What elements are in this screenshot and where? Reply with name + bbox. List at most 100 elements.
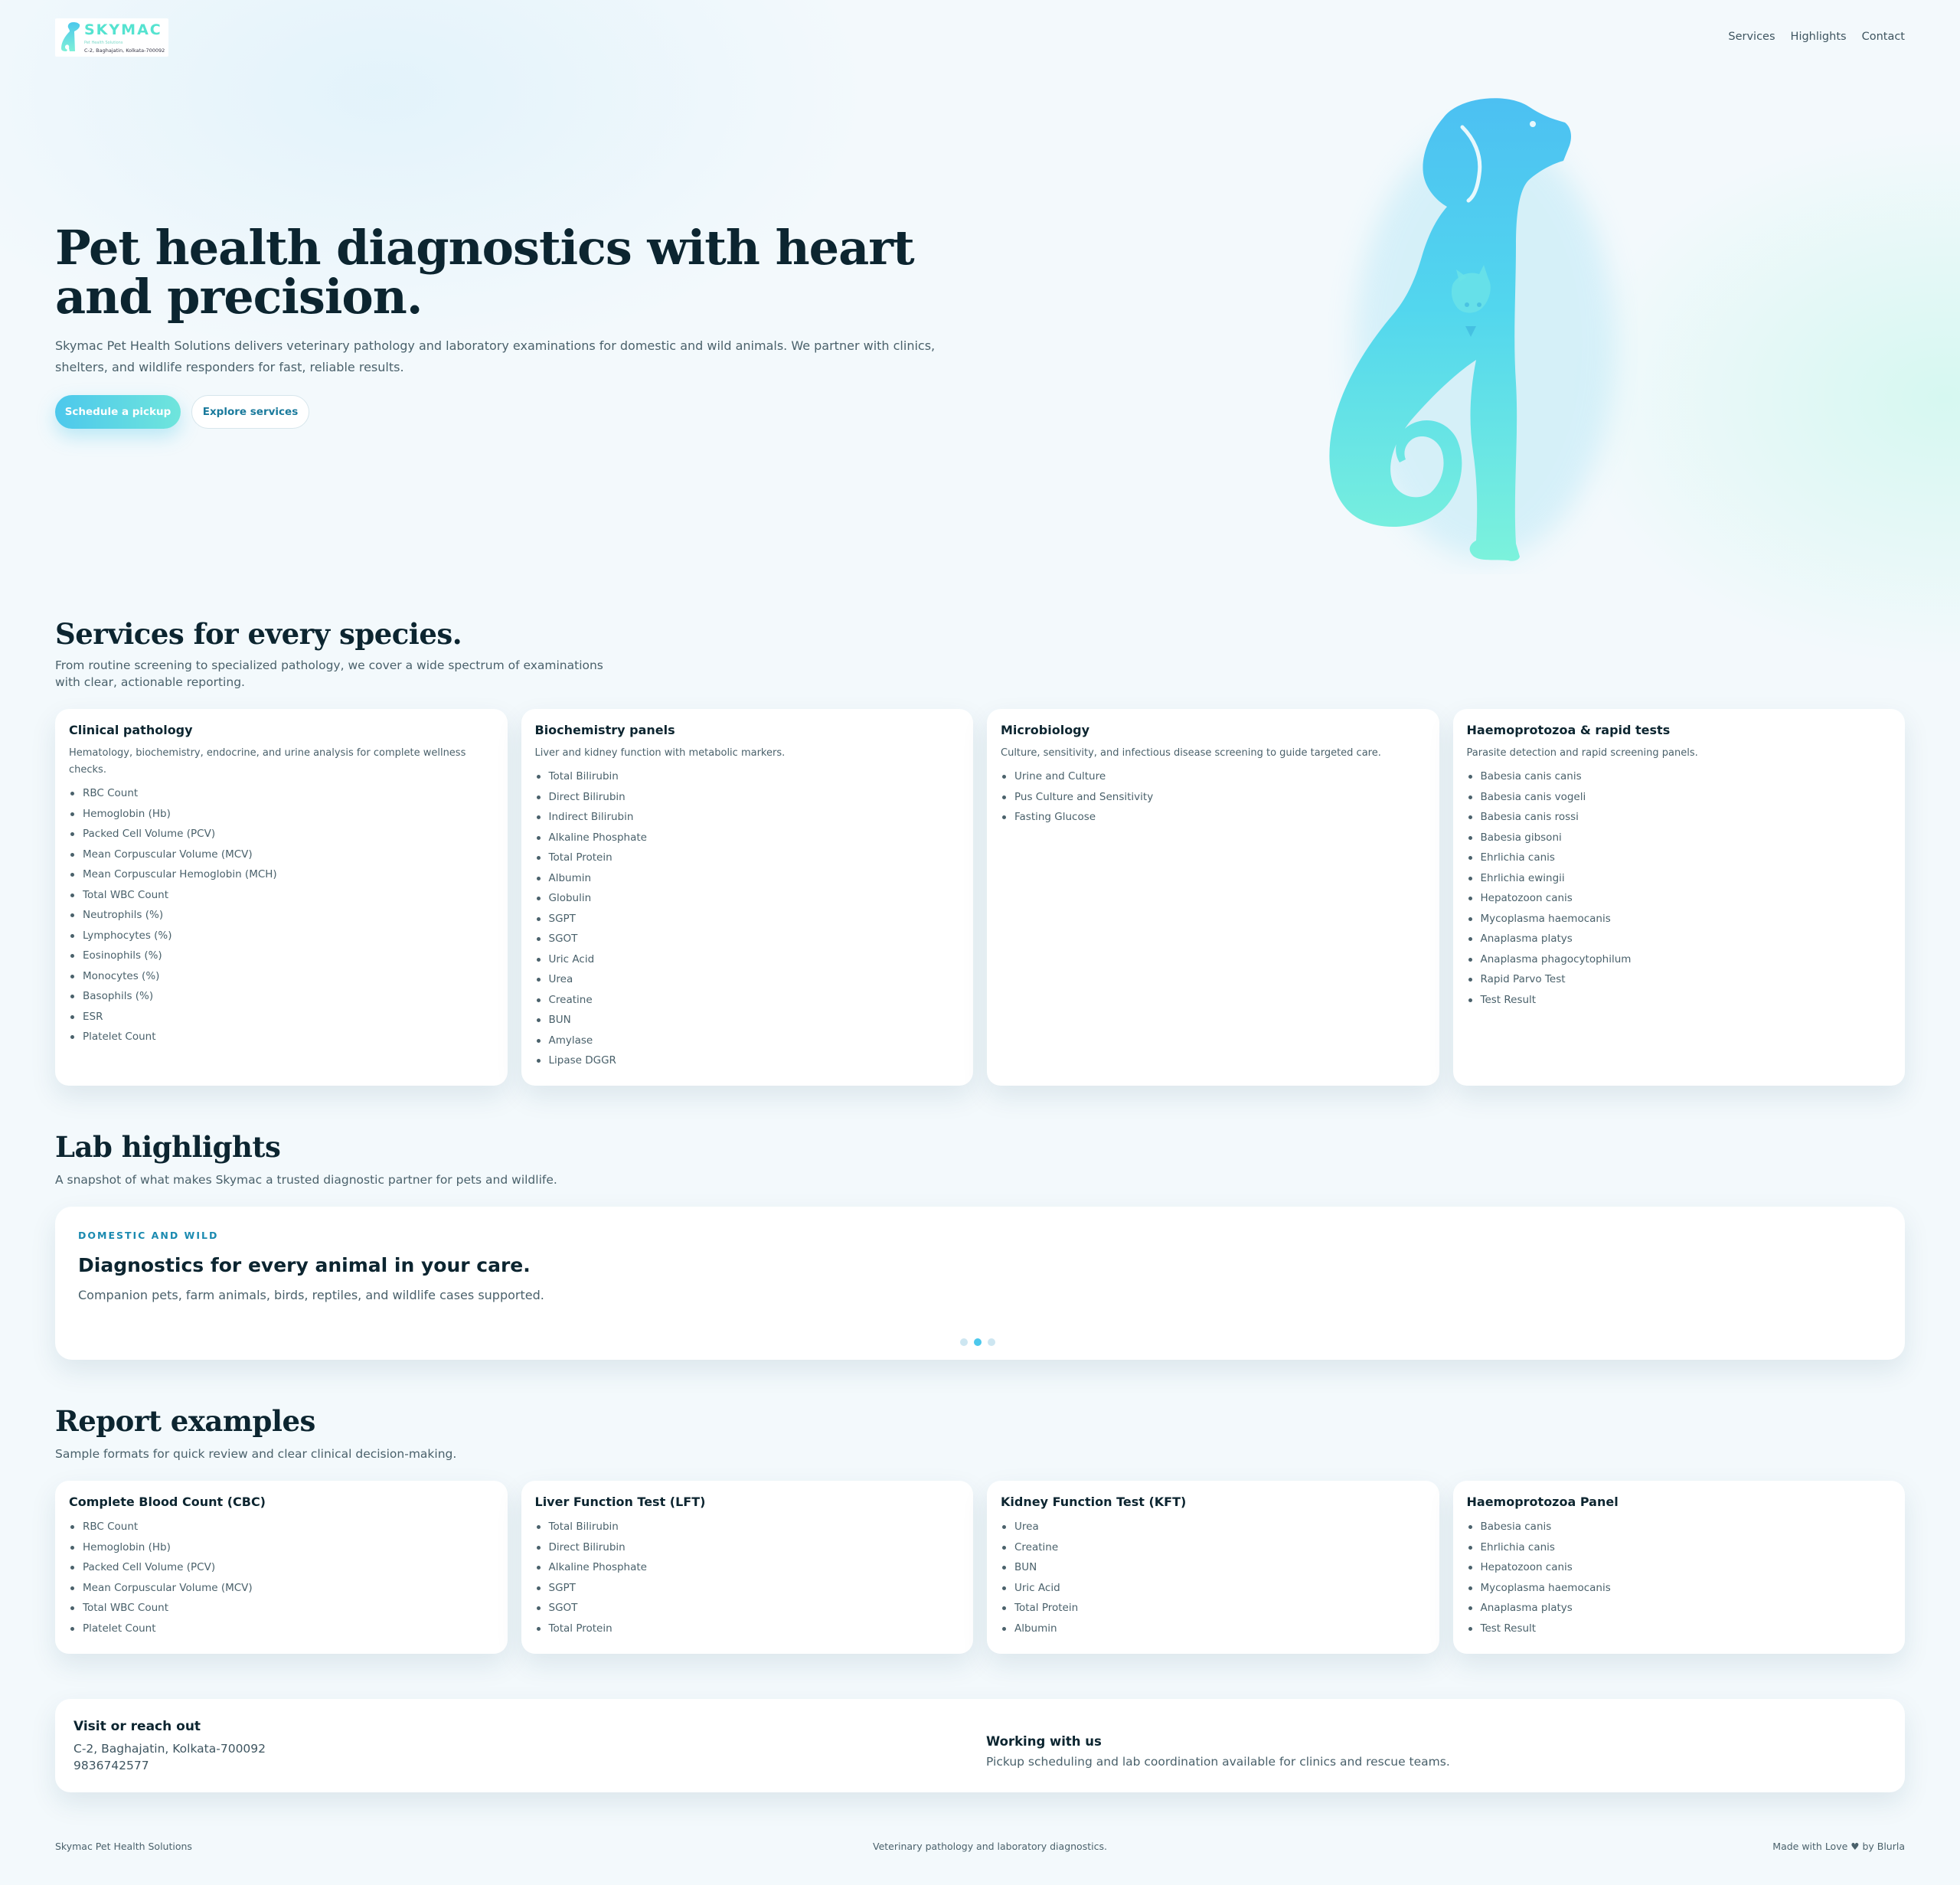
- report-card-title: Haemoprotozoa Panel: [1466, 1495, 1619, 1509]
- list-item: Eosinophils (%): [69, 946, 494, 966]
- list-item: Babesia canis rossi: [1467, 807, 1892, 828]
- list-item: Lymphocytes (%): [69, 926, 494, 946]
- list-item: Pus Culture and Sensitivity: [1001, 787, 1426, 808]
- list-item: Amylase: [535, 1031, 960, 1051]
- list-item: Urine and Culture: [1001, 766, 1426, 787]
- contact-address: C-2, Baghajatin, Kolkata-700092: [74, 1742, 266, 1756]
- service-card-list: Babesia canis canis Babesia canis vogeli…: [1467, 766, 1892, 1010]
- list-item: Babesia canis canis: [1467, 766, 1892, 787]
- list-item: SGOT: [535, 1598, 960, 1619]
- reports-subtitle: Sample formats for quick review and clea…: [55, 1447, 457, 1461]
- nav-services[interactable]: Services: [1728, 31, 1775, 43]
- service-card-desc: Parasite detection and rapid screening p…: [1466, 747, 1698, 759]
- highlight-kicker: DOMESTIC AND WILD: [78, 1230, 219, 1241]
- list-item: Anaplasma platys: [1467, 929, 1892, 949]
- logo[interactable]: SKYMAC Pet Health Solutions C-2, Baghaja…: [55, 18, 168, 57]
- report-card-list: Total Bilirubin Direct Bilirubin Alkalin…: [535, 1517, 960, 1638]
- service-card-desc: Culture, sensitivity, and infectious dis…: [1001, 747, 1381, 759]
- list-item: Alkaline Phosphate: [535, 828, 960, 848]
- list-item: Indirect Bilirubin: [535, 807, 960, 828]
- list-item: RBC Count: [69, 783, 494, 804]
- carousel-dot[interactable]: [960, 1338, 968, 1346]
- list-item: Babesia gibsoni: [1467, 828, 1892, 848]
- contact-info: Visit or reach out C-2, Baghajatin, Kolk…: [74, 1719, 266, 1774]
- list-item: Mean Corpuscular Volume (MCV): [69, 844, 494, 865]
- schedule-pickup-button[interactable]: Schedule a pickup: [55, 395, 181, 429]
- list-item: Ehrlichia canis: [1467, 848, 1892, 868]
- report-card-list: RBC Count Hemoglobin (Hb) Packed Cell Vo…: [69, 1517, 494, 1638]
- report-card-list: Urea Creatine BUN Uric Acid Total Protei…: [1001, 1517, 1426, 1638]
- list-item: Hepatozoon canis: [1467, 1557, 1892, 1578]
- list-item: Ehrlichia canis: [1467, 1537, 1892, 1558]
- list-item: ESR: [69, 1007, 494, 1027]
- reports-title: Report examples: [55, 1404, 315, 1438]
- list-item: Babesia canis vogeli: [1467, 787, 1892, 808]
- dog-cat-silhouette-icon: [1329, 98, 1615, 561]
- highlight-carousel: DOMESTIC AND WILD Diagnostics for every …: [55, 1207, 1905, 1360]
- report-card: Complete Blood Count (CBC) RBC Count Hem…: [55, 1481, 508, 1654]
- list-item: Babesia canis: [1467, 1517, 1892, 1537]
- list-item: Direct Bilirubin: [535, 1537, 960, 1558]
- nav-contact[interactable]: Contact: [1862, 31, 1905, 43]
- hero-illustration: [1286, 84, 1638, 577]
- logo-brand: SKYMAC: [84, 21, 162, 38]
- list-item: Alkaline Phosphate: [535, 1557, 960, 1578]
- working-with-us: Working with us Pickup scheduling and la…: [986, 1734, 1450, 1769]
- service-card: Microbiology Culture, sensitivity, and i…: [987, 709, 1439, 1086]
- list-item: Packed Cell Volume (PCV): [69, 824, 494, 844]
- report-cards: Complete Blood Count (CBC) RBC Count Hem…: [55, 1481, 1905, 1654]
- contact-card: Visit or reach out C-2, Baghajatin, Kolk…: [55, 1699, 1905, 1792]
- list-item: Total Bilirubin: [535, 766, 960, 787]
- list-item: Uric Acid: [1001, 1578, 1426, 1599]
- logo-tagline: Pet Health Solutions: [84, 41, 123, 45]
- carousel-dot[interactable]: [974, 1338, 982, 1346]
- list-item: Total Protein: [535, 848, 960, 868]
- service-card-list: RBC Count Hemoglobin (Hb) Packed Cell Vo…: [69, 783, 494, 1047]
- report-card-title: Kidney Function Test (KFT): [1001, 1495, 1187, 1509]
- service-card-list: Total Bilirubin Direct Bilirubin Indirec…: [535, 766, 960, 1071]
- contact-title: Visit or reach out: [74, 1719, 201, 1734]
- highlight-body: Companion pets, farm animals, birds, rep…: [78, 1288, 544, 1302]
- list-item: Ehrlichia ewingii: [1467, 868, 1892, 889]
- list-item: Direct Bilirubin: [535, 787, 960, 808]
- service-card-title: Clinical pathology: [69, 723, 193, 737]
- list-item: Test Result: [1467, 990, 1892, 1011]
- list-item: Platelet Count: [69, 1619, 494, 1639]
- service-card-title: Biochemistry panels: [534, 723, 675, 737]
- list-item: RBC Count: [69, 1517, 494, 1537]
- list-item: SGOT: [535, 929, 960, 949]
- report-card-list: Babesia canis Ehrlichia canis Hepatozoon…: [1467, 1517, 1892, 1638]
- report-card: Liver Function Test (LFT) Total Bilirubi…: [521, 1481, 973, 1654]
- list-item: Test Result: [1467, 1619, 1892, 1639]
- highlights-subtitle: A snapshot of what makes Skymac a truste…: [55, 1173, 557, 1187]
- list-item: Albumin: [535, 868, 960, 889]
- contact-phone[interactable]: 9836742577: [74, 1757, 266, 1774]
- hero-title: Pet health diagnostics with heart and pr…: [55, 220, 915, 325]
- list-item: BUN: [1001, 1557, 1426, 1578]
- list-item: Urea: [1001, 1517, 1426, 1537]
- nav-highlights[interactable]: Highlights: [1791, 31, 1847, 43]
- services-subtitle: From routine screening to specialized pa…: [55, 658, 603, 689]
- list-item: Globulin: [535, 888, 960, 909]
- service-card-desc: Liver and kidney function with metabolic…: [534, 747, 786, 759]
- list-item: SGPT: [535, 1578, 960, 1599]
- list-item: Packed Cell Volume (PCV): [69, 1557, 494, 1578]
- carousel-dot[interactable]: [988, 1338, 995, 1346]
- highlight-title: Diagnostics for every animal in your car…: [78, 1254, 531, 1276]
- working-title: Working with us: [986, 1734, 1102, 1749]
- list-item: Creatine: [1001, 1537, 1426, 1558]
- service-card: Haemoprotozoa & rapid tests Parasite det…: [1452, 709, 1905, 1086]
- service-card: Clinical pathology Hematology, biochemis…: [55, 709, 508, 1086]
- list-item: Hemoglobin (Hb): [69, 804, 494, 825]
- top-nav: Services Highlights Contact: [1728, 31, 1905, 43]
- list-item: Mycoplasma haemocanis: [1467, 909, 1892, 929]
- list-item: Fasting Glucose: [1001, 807, 1426, 828]
- footer-right: Made with Love ♥ by Blurla: [1772, 1841, 1905, 1852]
- working-body: Pickup scheduling and lab coordination a…: [986, 1755, 1450, 1769]
- logo-dog-icon: [61, 22, 80, 51]
- service-card: Biochemistry panels Liver and kidney fun…: [521, 709, 973, 1086]
- service-card-desc: Hematology, biochemistry, endocrine, and…: [69, 747, 466, 776]
- list-item: Hepatozoon canis: [1467, 888, 1892, 909]
- explore-services-button[interactable]: Explore services: [191, 395, 309, 429]
- list-item: Total Protein: [1001, 1598, 1426, 1619]
